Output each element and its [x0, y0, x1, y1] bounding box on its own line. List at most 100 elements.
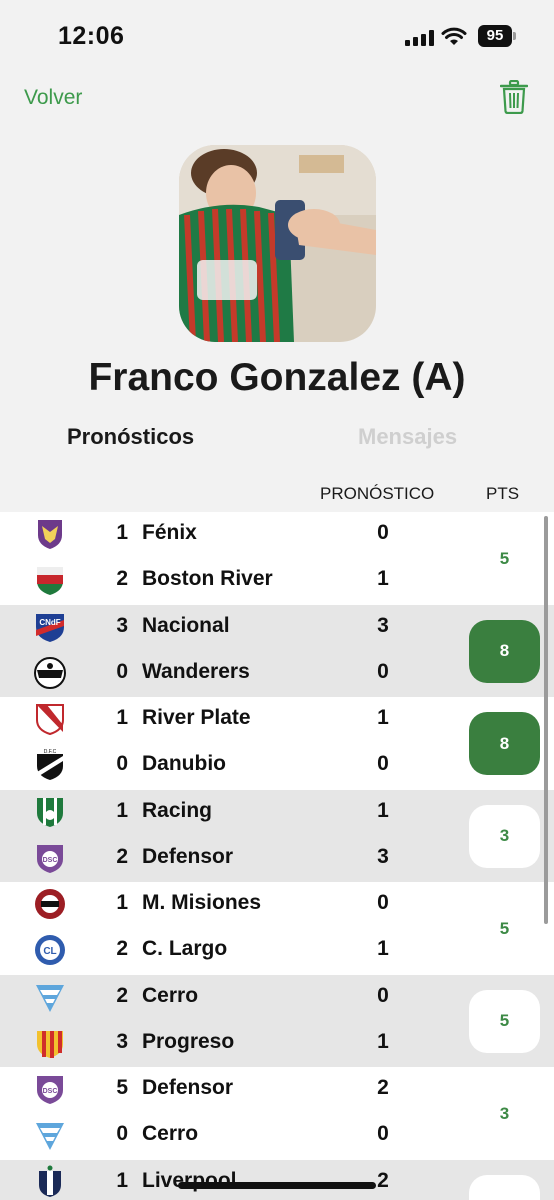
prediction-value: 0: [377, 521, 389, 544]
points-badge: 5: [469, 989, 540, 1053]
team-goals: 2: [116, 937, 128, 960]
avatar: [179, 145, 376, 342]
team-name: Cerro: [142, 983, 199, 1007]
home-indicator[interactable]: [178, 1182, 376, 1189]
prediction-value: 2: [377, 1076, 389, 1099]
prediction-value: 0: [377, 983, 389, 1007]
prediction-value: 0: [377, 891, 389, 914]
svg-text:D.F.C: D.F.C: [44, 749, 57, 755]
points-badge: 5: [499, 918, 510, 938]
team-row: D.F.C 0 Danubio 0: [0, 743, 460, 789]
team-name: Racing: [142, 798, 213, 822]
team-name: Fénix: [142, 521, 197, 544]
liverpool-crest-icon: [39, 1165, 61, 1197]
team-row: 1 River Plate 1: [0, 697, 460, 743]
team-row: CL 2 C. Largo 1: [0, 928, 460, 974]
points-badge: 5: [499, 548, 510, 568]
team-row: 1 Fénix 0: [0, 512, 460, 558]
trash-icon[interactable]: [500, 80, 528, 114]
battery-icon: 95: [478, 25, 516, 47]
cellular-signal-icon: [405, 30, 435, 46]
team-row: DSC 2 Defensor 3: [0, 836, 460, 882]
match-row[interactable]: CNdF 3 Nacional 3 0 Wanderers 0 8: [0, 604, 554, 697]
team-goals: 1: [116, 798, 128, 822]
svg-text:CNdF: CNdF: [39, 618, 60, 627]
team-goals: 1: [116, 1168, 128, 1192]
nacional-crest-icon: CNdF: [36, 613, 64, 642]
battery-level: 95: [478, 25, 512, 47]
match-row[interactable]: 1 M. Misiones 0 CL 2 C. Largo 1 5: [0, 882, 554, 975]
wifi-icon: [441, 27, 467, 45]
prediction-value: 1: [377, 798, 389, 822]
defensor-crest-icon: DSC: [37, 844, 63, 873]
team-name: Wanderers: [142, 659, 250, 683]
svg-text:DSC: DSC: [43, 1088, 58, 1095]
tab-pronosticos[interactable]: Pronósticos: [67, 424, 194, 450]
team-name: Nacional: [142, 613, 230, 637]
team-row: 0 Wanderers 0: [0, 651, 460, 697]
match-row[interactable]: 1 River Plate 1 D.F.C 0 Danubio 0 8: [0, 697, 554, 790]
team-row: DSC 5 Defensor 2: [0, 1067, 460, 1113]
team-name: Defensor: [142, 1076, 234, 1099]
points-badge: 8: [469, 619, 540, 683]
scrollbar[interactable]: [544, 516, 548, 924]
racing-crest-icon: [37, 797, 63, 827]
team-row: 3 Progreso 1: [0, 1021, 460, 1067]
team-name: Danubio: [142, 752, 226, 775]
prediction-value: 1: [377, 1029, 389, 1053]
team-name: Progreso: [142, 1029, 235, 1053]
match-row[interactable]: 1 Racing 1 DSC 2 Defensor 3 3: [0, 789, 554, 882]
match-row[interactable]: DSC 5 Defensor 2 0 Cerro 0 3: [0, 1067, 554, 1160]
prediction-value: 3: [377, 844, 389, 868]
team-goals: 3: [116, 1029, 128, 1053]
fenix-crest-icon: [38, 520, 62, 549]
team-goals: 0: [116, 1122, 128, 1145]
match-row[interactable]: 2 Cerro 0 3 Progreso 1 5: [0, 974, 554, 1067]
team-goals: 1: [116, 706, 128, 729]
prediction-value: 1: [377, 937, 389, 960]
team-row: 0 Cerro 0: [0, 1113, 460, 1159]
cerro-crest-icon: [36, 1123, 64, 1150]
river-plate-crest-icon: [36, 704, 64, 736]
points-badge: 3: [469, 804, 540, 868]
team-name: Boston River: [142, 567, 273, 590]
back-button[interactable]: Volver: [24, 86, 82, 110]
boston-river-crest-icon: [37, 567, 63, 595]
team-goals: 5: [116, 1076, 128, 1099]
prediction-value: 1: [377, 567, 389, 590]
prediction-value: 1: [377, 706, 389, 729]
danubio-crest-icon: D.F.C: [37, 749, 63, 780]
team-name: Defensor: [142, 844, 234, 868]
team-name: M. Misiones: [142, 891, 262, 914]
cerro-largo-crest-icon: CL: [35, 935, 65, 965]
defensor-crest-icon: DSC: [37, 1076, 63, 1104]
match-row[interactable]: 1 Liverpool 2: [0, 1159, 554, 1200]
team-goals: 0: [116, 659, 128, 683]
svg-text:CL: CL: [43, 946, 56, 957]
match-list: 1 Fénix 0 2 Boston River 1 5 CNdF 3 Nacional 3 0 Wan…: [0, 512, 554, 1200]
team-goals: 1: [116, 891, 128, 914]
tab-mensajes[interactable]: Mensajes: [358, 424, 457, 450]
team-row: 2 Cerro 0: [0, 975, 460, 1021]
prediction-value: 0: [377, 1122, 389, 1145]
team-name: C. Largo: [142, 937, 228, 960]
team-goals: 1: [116, 521, 128, 544]
prediction-value: 3: [377, 613, 389, 637]
team-goals: 0: [116, 752, 128, 775]
miramar-misiones-crest-icon: [35, 889, 65, 919]
match-row[interactable]: 1 Fénix 0 2 Boston River 1 5: [0, 512, 554, 605]
prediction-value: 0: [377, 752, 389, 775]
team-name: River Plate: [142, 706, 251, 729]
cerro-crest-icon: [36, 984, 64, 1012]
team-row: 1 M. Misiones 0: [0, 882, 460, 928]
status-bar: 12:06 95: [0, 0, 554, 70]
points-badge: 3: [499, 1103, 510, 1123]
team-row: 1 Racing 1: [0, 790, 460, 836]
svg-text:DSC: DSC: [43, 857, 58, 864]
progreso-crest-icon: [37, 1030, 63, 1058]
team-row: CNdF 3 Nacional 3: [0, 605, 460, 651]
team-goals: 2: [116, 844, 128, 868]
team-row: 2 Boston River 1: [0, 558, 460, 604]
prediction-value: 0: [377, 659, 389, 683]
team-goals: 3: [116, 613, 128, 637]
